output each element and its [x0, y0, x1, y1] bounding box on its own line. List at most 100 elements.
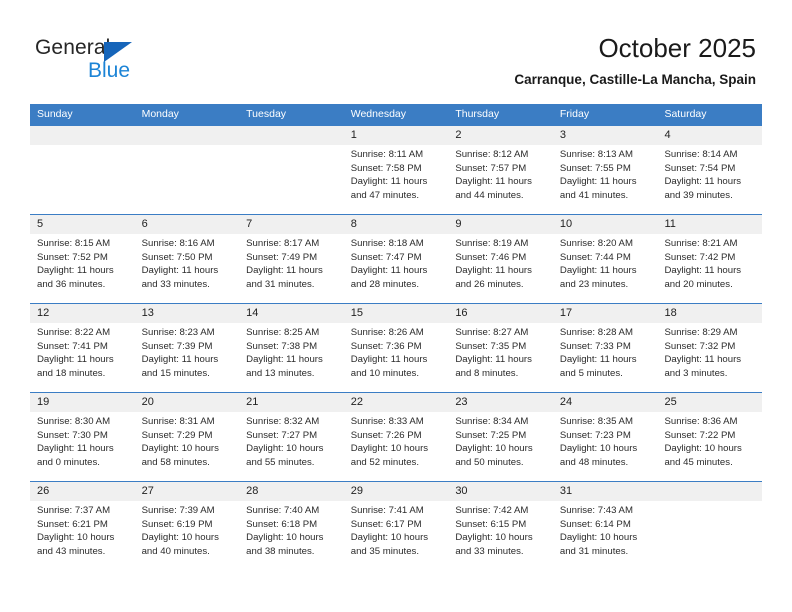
day-cell[interactable]: Sunrise: 8:36 AM Sunset: 7:22 PM Dayligh… [657, 412, 762, 481]
day-cell[interactable]: Sunrise: 8:18 AM Sunset: 7:47 PM Dayligh… [344, 234, 449, 303]
sunrise-text: Sunrise: 8:25 AM [246, 327, 320, 338]
day-cell[interactable]: Sunrise: 7:40 AM Sunset: 6:18 PM Dayligh… [239, 501, 344, 570]
day-number [239, 126, 344, 145]
sunrise-text: Sunrise: 8:12 AM [455, 149, 529, 160]
sunrise-text: Sunrise: 8:21 AM [664, 238, 738, 249]
daylight-text-line1: Daylight: 11 hours [455, 176, 532, 188]
calendar-page: General Blue October 2025 Carranque, Cas… [0, 0, 792, 612]
calendar-week-row: 1 2 3 4 Sunrise: 8:11 AM Sunset: 7:58 PM… [30, 125, 762, 214]
sunset-text: Sunset: 7:26 PM [350, 429, 422, 441]
daylight-text-line2: and 33 minutes. [455, 545, 524, 557]
sunset-text: Sunset: 7:38 PM [246, 340, 318, 352]
sunset-text: Sunset: 7:47 PM [350, 251, 422, 263]
day-cell[interactable]: Sunrise: 8:14 AM Sunset: 7:54 PM Dayligh… [657, 145, 762, 214]
daylight-text-line2: and 40 minutes. [141, 545, 210, 557]
daylight-text-line2: and 48 minutes. [559, 456, 629, 468]
sunrise-text: Sunrise: 8:27 AM [455, 327, 529, 338]
day-cell[interactable]: Sunrise: 8:11 AM Sunset: 7:58 PM Dayligh… [344, 145, 449, 214]
daylight-text-line2: and 41 minutes. [559, 189, 629, 201]
sunrise-text: Sunrise: 8:20 AM [559, 238, 633, 249]
sunrise-text: Sunrise: 8:16 AM [141, 238, 215, 249]
day-cell[interactable]: Sunrise: 8:29 AM Sunset: 7:32 PM Dayligh… [657, 323, 762, 392]
day-cell[interactable]: Sunrise: 8:34 AM Sunset: 7:25 PM Dayligh… [448, 412, 553, 481]
sunrise-text: Sunrise: 7:37 AM [37, 505, 111, 516]
day-cell[interactable]: Sunrise: 8:30 AM Sunset: 7:30 PM Dayligh… [30, 412, 135, 481]
day-cell[interactable]: Sunrise: 7:42 AM Sunset: 6:15 PM Dayligh… [448, 501, 553, 570]
day-cell[interactable]: Sunrise: 8:21 AM Sunset: 7:42 PM Dayligh… [657, 234, 762, 303]
daylight-text-line1: Daylight: 11 hours [141, 265, 219, 277]
day-cell[interactable]: Sunrise: 8:23 AM Sunset: 7:39 PM Dayligh… [135, 323, 240, 392]
sunset-text: Sunset: 7:55 PM [559, 162, 631, 174]
daylight-text-line2: and 50 minutes. [455, 456, 524, 468]
day-number: 9 [455, 218, 462, 230]
daylight-text-line2: and 45 minutes. [664, 456, 733, 468]
daylight-text-line1: Daylight: 10 hours [37, 532, 115, 544]
daylight-text-line2: and 31 minutes. [246, 278, 315, 290]
daylight-text-line1: Daylight: 10 hours [559, 443, 638, 455]
day-cell[interactable]: Sunrise: 8:25 AM Sunset: 7:38 PM Dayligh… [239, 323, 344, 392]
day-cell[interactable]: Sunrise: 8:17 AM Sunset: 7:49 PM Dayligh… [239, 234, 344, 303]
day-cell[interactable]: Sunrise: 7:37 AM Sunset: 6:21 PM Dayligh… [30, 501, 135, 570]
logo-text-blue: Blue [88, 59, 131, 82]
day-number: 12 [37, 307, 50, 319]
day-number: 29 [350, 485, 363, 497]
day-number: 8 [350, 218, 357, 230]
sunset-text: Sunset: 7:27 PM [246, 429, 318, 441]
sunrise-text: Sunrise: 8:28 AM [559, 327, 633, 338]
sunrise-text: Sunrise: 8:17 AM [246, 238, 320, 249]
day-cell[interactable]: Sunrise: 8:19 AM Sunset: 7:46 PM Dayligh… [448, 234, 553, 303]
daylight-text-line2: and 47 minutes. [350, 189, 420, 201]
weekday-header-tuesday: Tuesday [246, 108, 287, 120]
day-cell[interactable]: Sunrise: 8:12 AM Sunset: 7:57 PM Dayligh… [448, 145, 553, 214]
day-number: 31 [559, 485, 573, 497]
week-day-number-band: 19 20 21 22 23 24 25 [30, 393, 762, 412]
week-detail-band: Sunrise: 8:11 AM Sunset: 7:58 PM Dayligh… [30, 145, 762, 214]
day-cell[interactable]: Sunrise: 8:13 AM Sunset: 7:55 PM Dayligh… [553, 145, 658, 214]
sunrise-text: Sunrise: 8:33 AM [350, 416, 424, 427]
day-number: 6 [141, 218, 148, 230]
day-cell[interactable]: Sunrise: 8:26 AM Sunset: 7:36 PM Dayligh… [344, 323, 449, 392]
day-number: 30 [455, 485, 468, 497]
day-cell[interactable]: Sunrise: 7:41 AM Sunset: 6:17 PM Dayligh… [344, 501, 449, 570]
sunrise-text: Sunrise: 7:42 AM [455, 505, 529, 516]
daylight-text-line2: and 44 minutes. [455, 189, 524, 201]
day-cell[interactable]: Sunrise: 7:39 AM Sunset: 6:19 PM Dayligh… [135, 501, 240, 570]
day-cell[interactable]: Sunrise: 8:15 AM Sunset: 7:52 PM Dayligh… [30, 234, 135, 303]
weekday-header-sunday: Sunday [37, 108, 73, 120]
day-cell[interactable]: Sunrise: 8:32 AM Sunset: 7:27 PM Dayligh… [239, 412, 344, 481]
sunset-text: Sunset: 6:19 PM [141, 518, 213, 530]
day-cell[interactable]: Sunrise: 7:43 AM Sunset: 6:14 PM Dayligh… [553, 501, 658, 570]
day-cell-empty [135, 145, 240, 214]
day-cell[interactable]: Sunrise: 8:22 AM Sunset: 7:41 PM Dayligh… [30, 323, 135, 392]
sunset-text: Sunset: 7:42 PM [664, 251, 736, 263]
day-cell[interactable]: Sunrise: 8:16 AM Sunset: 7:50 PM Dayligh… [135, 234, 240, 303]
week-detail-band: Sunrise: 8:15 AM Sunset: 7:52 PM Dayligh… [30, 234, 762, 303]
daylight-text-line1: Daylight: 10 hours [455, 532, 533, 544]
sunset-text: Sunset: 7:44 PM [559, 251, 631, 263]
day-cell[interactable]: Sunrise: 8:31 AM Sunset: 7:29 PM Dayligh… [135, 412, 240, 481]
weekday-header-thursday: Thursday [455, 108, 500, 120]
calendar-week-row: 5 6 7 8 9 10 11 Sunrise: 8:15 AM Sunset:… [30, 214, 762, 303]
sunrise-text: Sunrise: 7:41 AM [350, 505, 424, 516]
daylight-text-line1: Daylight: 11 hours [455, 265, 532, 277]
week-day-number-band: 12 13 14 15 16 17 18 [30, 304, 762, 323]
sunset-text: Sunset: 6:18 PM [246, 518, 318, 530]
sunset-text: Sunset: 7:35 PM [455, 340, 527, 352]
week-detail-band: Sunrise: 8:30 AM Sunset: 7:30 PM Dayligh… [30, 412, 762, 481]
logo-text-general: General [35, 36, 111, 59]
sunset-text: Sunset: 7:22 PM [664, 429, 736, 441]
day-cell[interactable]: Sunrise: 8:28 AM Sunset: 7:33 PM Dayligh… [553, 323, 658, 392]
daylight-text-line1: Daylight: 10 hours [664, 443, 742, 455]
sunset-text: Sunset: 7:49 PM [246, 251, 318, 263]
sunrise-text: Sunrise: 8:34 AM [455, 416, 529, 427]
day-cell[interactable]: Sunrise: 8:33 AM Sunset: 7:26 PM Dayligh… [344, 412, 449, 481]
generalblue-logo[interactable]: General Blue [35, 36, 255, 88]
daylight-text-line1: Daylight: 11 hours [37, 443, 114, 455]
sunset-text: Sunset: 7:36 PM [350, 340, 422, 352]
day-number [657, 482, 762, 501]
day-cell[interactable]: Sunrise: 8:35 AM Sunset: 7:23 PM Dayligh… [553, 412, 658, 481]
day-cell[interactable]: Sunrise: 8:20 AM Sunset: 7:44 PM Dayligh… [553, 234, 658, 303]
day-cell[interactable]: Sunrise: 8:27 AM Sunset: 7:35 PM Dayligh… [448, 323, 553, 392]
sunset-text: Sunset: 6:14 PM [559, 518, 631, 530]
daylight-text-line2: and 15 minutes. [141, 367, 210, 379]
